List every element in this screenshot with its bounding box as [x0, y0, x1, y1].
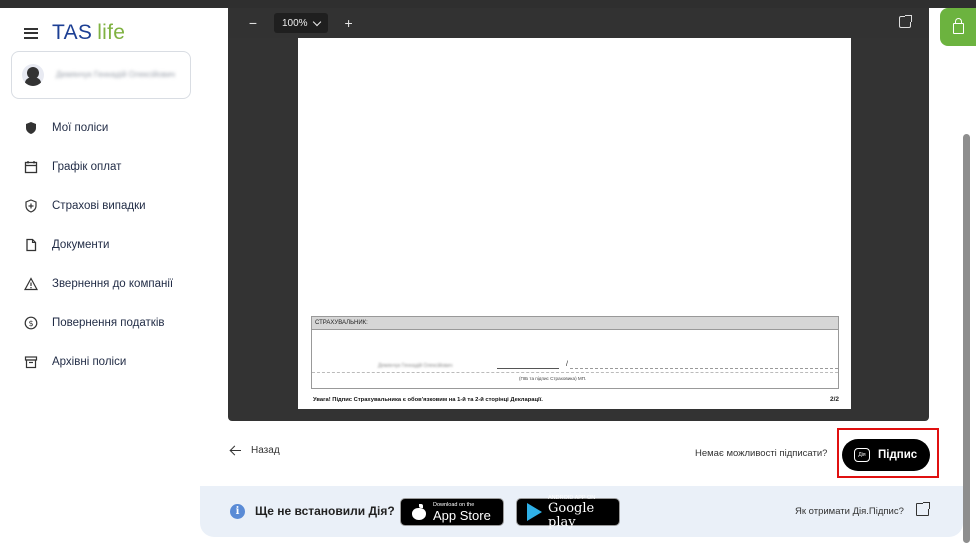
- open-external-icon[interactable]: [899, 15, 912, 28]
- sign-button[interactable]: Дія Підпис: [842, 439, 930, 471]
- signature-slash: /: [566, 361, 568, 368]
- cart-button[interactable]: [940, 8, 976, 46]
- signature-caption: (ПІБ та підпис Страховика) МП.: [519, 376, 587, 381]
- appstore-big-text: App Store: [433, 507, 491, 523]
- arrow-left-icon: [230, 446, 242, 456]
- sidebar-item-label: Повернення податків: [52, 316, 165, 329]
- how-to-get-diia-link[interactable]: Як отримати Дія.Підпис?: [795, 506, 904, 517]
- diia-icon: Дія: [854, 448, 870, 462]
- google-play-icon: [527, 503, 542, 521]
- avatar: [22, 64, 44, 86]
- back-button[interactable]: Назад: [230, 445, 280, 456]
- user-card[interactable]: Демянчук Геннадій Олексійович: [11, 51, 191, 99]
- logo[interactable]: TAS life: [52, 21, 125, 45]
- signature-table: СТРАХУВАЛЬНИК: Демянчук Геннадій Олексій…: [311, 316, 839, 389]
- divider: [312, 372, 838, 373]
- banner-text: Ще не встановили Дія?: [255, 504, 395, 518]
- sidebar-item-label: Мої поліси: [52, 121, 109, 134]
- sidebar-item-policies[interactable]: Мої поліси: [0, 108, 200, 147]
- sidebar-item-label: Графік оплат: [52, 160, 122, 173]
- svg-text:$: $: [28, 319, 33, 328]
- sidebar-item-label: Архівні поліси: [52, 355, 127, 368]
- sidebar: TAS life Демянчук Геннадій Олексійович Мо…: [0, 8, 200, 543]
- logo-tas: TAS: [52, 21, 93, 44]
- sidebar-nav: Мої поліси Графік оплат Страхові випадки…: [0, 108, 200, 381]
- sidebar-item-label: Страхові випадки: [52, 199, 146, 212]
- open-external-icon[interactable]: [916, 502, 930, 516]
- pdf-viewer[interactable]: − 100% + СТРАХУВАЛЬНИК: Демянчук Геннаді…: [228, 8, 929, 421]
- signature-line: [497, 368, 559, 369]
- gplay-big-text: Google play: [548, 500, 595, 530]
- warning-icon: [24, 276, 38, 291]
- sidebar-item-label: Звернення до компанії: [52, 277, 174, 290]
- back-label: Назад: [251, 445, 280, 456]
- sidebar-item-claims[interactable]: Страхові випадки: [0, 186, 200, 225]
- zoom-select[interactable]: 100%: [274, 13, 328, 33]
- zoom-out-button[interactable]: −: [244, 15, 262, 31]
- page-number: 2/2: [829, 396, 839, 403]
- info-icon: i: [230, 504, 245, 519]
- plus-shield-icon: [24, 198, 38, 213]
- page-scrollbar[interactable]: [963, 134, 970, 543]
- logo-life: life: [97, 21, 126, 44]
- sidebar-item-documents[interactable]: Документи: [0, 225, 200, 264]
- brand: TAS life: [24, 20, 125, 46]
- chevron-down-icon: [312, 17, 321, 26]
- pdf-page: СТРАХУВАЛЬНИК: Демянчук Геннадій Олексій…: [298, 38, 851, 409]
- zoom-in-button[interactable]: +: [340, 15, 358, 31]
- table-header: СТРАХУВАЛЬНИК:: [312, 317, 838, 330]
- sidebar-item-label: Документи: [52, 238, 110, 251]
- document-icon: [24, 238, 38, 252]
- sidebar-item-requests[interactable]: Звернення до компанії: [0, 264, 200, 303]
- top-strip: [0, 0, 976, 8]
- dollar-icon: $: [24, 316, 38, 330]
- sidebar-item-archive[interactable]: Архівні поліси: [0, 342, 200, 381]
- google-play-button[interactable]: ANDROID APP ON Google play: [516, 495, 620, 529]
- warning-text: Увага! Підпис Страхувальника є обов'язко…: [313, 397, 543, 403]
- sidebar-item-tax-refund[interactable]: $ Повернення податків: [0, 303, 200, 342]
- user-name: Демянчук Геннадій Олексійович: [56, 70, 176, 79]
- archive-icon: [24, 355, 38, 369]
- cannot-sign-link[interactable]: Немає можливості підписати?: [695, 448, 827, 459]
- main-content: − 100% + СТРАХУВАЛЬНИК: Демянчук Геннаді…: [200, 8, 976, 543]
- pdf-toolbar: − 100% +: [228, 8, 929, 38]
- app-store-button[interactable]: Download on the App Store: [400, 498, 504, 526]
- menu-icon[interactable]: [24, 27, 38, 39]
- zoom-value: 100%: [282, 17, 308, 29]
- signature-line-2: [570, 368, 838, 369]
- shopping-bag-icon: [952, 18, 964, 34]
- apple-icon: [411, 504, 427, 520]
- calendar-icon: [24, 160, 38, 174]
- sidebar-item-payments[interactable]: Графік оплат: [0, 147, 200, 186]
- sign-label: Підпис: [878, 449, 918, 461]
- shield-icon: [24, 121, 38, 135]
- diia-banner: i Ще не встановили Дія? Download on the …: [200, 486, 963, 537]
- signer-name: Демянчук Геннадій Олексійович: [378, 363, 453, 369]
